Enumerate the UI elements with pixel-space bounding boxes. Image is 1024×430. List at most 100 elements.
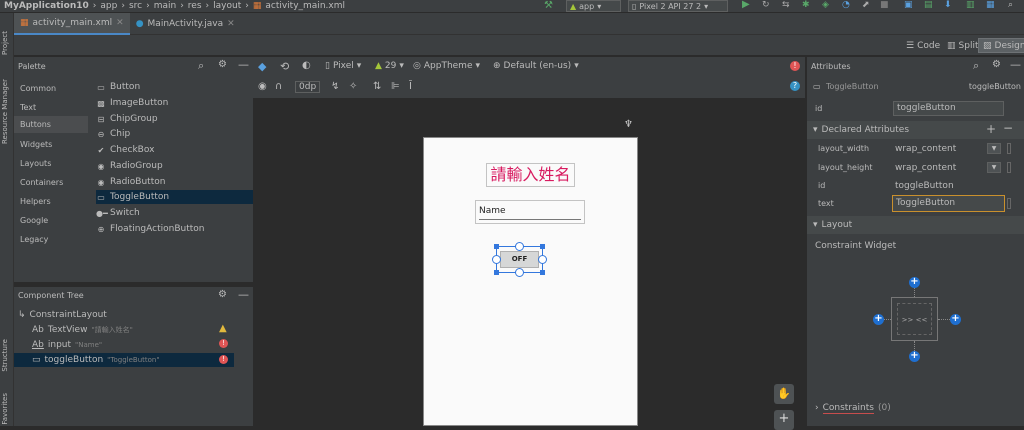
api-dropdown[interactable]: ▲ 29 ▾	[375, 61, 404, 71]
zoom-in-button[interactable]: +	[774, 410, 794, 430]
palette-category-buttons[interactable]: Buttons	[14, 116, 88, 133]
resource-manager-tool-tab[interactable]: Resource Manager	[1, 79, 9, 144]
device-preview[interactable]: 請輸入姓名 Name OFF	[423, 137, 638, 426]
close-icon[interactable]: ✕	[116, 18, 124, 28]
error-icon[interactable]: !	[790, 61, 800, 71]
breadcrumb-app[interactable]: app	[100, 1, 117, 11]
device-dropdown[interactable]: ▯ Pixel ▾	[325, 61, 361, 71]
minimize-icon[interactable]: —	[238, 58, 249, 71]
constraint-anchor-bottom[interactable]	[515, 268, 524, 277]
warning-icon[interactable]: ▲	[219, 323, 227, 334]
debug-icon[interactable]: ✱	[802, 0, 810, 10]
default-margin-field[interactable]: 0dp	[295, 81, 321, 93]
sync-icon[interactable]: ▣	[904, 0, 913, 10]
tree-node-togglebutton[interactable]: ▭ toggleButton "ToggleButton"	[14, 353, 234, 367]
palette-item-switch[interactable]: ●━ Switch	[96, 206, 253, 220]
breadcrumb-res[interactable]: res	[188, 1, 202, 11]
add-right-constraint-button[interactable]: +	[950, 314, 961, 325]
layout-section[interactable]: ▾ Layout	[807, 216, 1024, 234]
close-icon[interactable]: ✕	[227, 19, 235, 29]
tree-node-input[interactable]: Ab input "Name"	[32, 338, 102, 352]
split-view-button[interactable]: ▥ Split	[943, 38, 982, 53]
orientation-icon[interactable]: ⟲	[280, 60, 289, 73]
theme-dropdown[interactable]: ◎ AppTheme ▾	[413, 61, 480, 71]
locale-dropdown[interactable]: ⊕ Default (en-us) ▾	[493, 61, 579, 71]
error-icon[interactable]: !	[219, 355, 228, 364]
remove-icon[interactable]: −	[1003, 121, 1013, 135]
structure-tool-tab[interactable]: Structure	[1, 339, 9, 372]
breadcrumb-file[interactable]: activity_main.xml	[265, 1, 345, 11]
design-view-button[interactable]: ▨ Design	[978, 38, 1024, 53]
palette-category-legacy[interactable]: Legacy	[20, 235, 48, 244]
favorites-tool-tab[interactable]: Favorites	[1, 393, 9, 425]
hammer-icon[interactable]: ⚒	[544, 0, 553, 11]
palette-item-chip[interactable]: ⊖ Chip	[96, 127, 253, 141]
breadcrumb-main[interactable]: main	[154, 1, 177, 11]
constraint-anchor-right[interactable]	[538, 255, 547, 264]
palette-category-google[interactable]: Google	[20, 216, 48, 225]
resource-picker-icon[interactable]	[1007, 162, 1011, 173]
code-view-button[interactable]: ☰ Code	[902, 38, 944, 53]
chevron-down-icon[interactable]: ▼	[987, 143, 1001, 154]
run-icon[interactable]: ▶	[742, 0, 750, 10]
device-select[interactable]: ▯ Pixel 2 API 27 2 ▾	[628, 0, 728, 12]
palette-item-togglebutton[interactable]: ▭ ToggleButton	[96, 190, 253, 204]
clear-constraints-icon[interactable]: ↯	[331, 81, 339, 92]
palette-item-button[interactable]: ▭ Button	[96, 80, 253, 94]
search-everywhere-icon[interactable]: ⌕	[1008, 0, 1013, 10]
resource-picker-icon[interactable]	[1007, 143, 1011, 154]
attach-debugger-icon[interactable]: ⬈	[862, 0, 870, 10]
apply-changes-icon[interactable]: ↻	[762, 0, 770, 10]
palette-category-widgets[interactable]: Widgets	[20, 140, 52, 149]
night-mode-icon[interactable]: ◐	[302, 60, 311, 71]
add-top-constraint-button[interactable]: +	[909, 277, 920, 288]
palette-category-common[interactable]: Common	[20, 84, 56, 93]
stop-icon[interactable]: ■	[880, 0, 889, 10]
apply-code-changes-icon[interactable]: ⇆	[782, 0, 790, 10]
palette-item-chipgroup[interactable]: ⊟ ChipGroup	[96, 112, 253, 126]
resize-handle[interactable]	[494, 244, 499, 249]
declared-attributes-section[interactable]: ▾ Declared Attributes + −	[807, 121, 1024, 139]
attribute-value[interactable]: toggleButton	[895, 181, 954, 191]
constraints-section[interactable]: › Constraints (0)	[815, 403, 891, 414]
search-icon[interactable]: ⌕	[973, 59, 979, 73]
text-attribute-field[interactable]: ToggleButton	[892, 195, 1005, 212]
avd-manager-icon[interactable]: ▤	[924, 0, 933, 10]
infer-constraints-icon[interactable]: ✧	[349, 81, 357, 92]
palette-category-helpers[interactable]: Helpers	[20, 197, 51, 206]
device-explorer-icon[interactable]: ▦	[986, 0, 995, 10]
layers-icon[interactable]: ◆	[258, 60, 266, 73]
minimize-icon[interactable]: —	[238, 288, 249, 301]
profiler-icon[interactable]: ◔	[842, 0, 850, 10]
breadcrumb-src[interactable]: src	[129, 1, 142, 11]
breadcrumb-layout[interactable]: layout	[213, 1, 241, 11]
tab-activity-main[interactable]: ▦ activity_main.xml ✕	[14, 13, 130, 35]
align-icon[interactable]: ⊫	[391, 81, 400, 92]
tree-node-textview[interactable]: Ab TextView "請輸入姓名"	[32, 323, 133, 337]
layout-inspector-icon[interactable]: ▥	[966, 0, 975, 10]
error-icon[interactable]: !	[219, 339, 228, 348]
palette-item-checkbox[interactable]: ✔ CheckBox	[96, 143, 253, 157]
preview-toggle-button[interactable]: OFF	[492, 242, 547, 277]
palette-category-layouts[interactable]: Layouts	[20, 159, 51, 168]
breadcrumb-project[interactable]: MyApplication10	[4, 1, 89, 11]
resource-picker-icon[interactable]	[1007, 198, 1011, 209]
project-tool-tab[interactable]: Project	[1, 31, 9, 55]
run-config-select[interactable]: ▲ app ▾	[566, 0, 621, 12]
add-bottom-constraint-button[interactable]: +	[909, 351, 920, 362]
coverage-icon[interactable]: ◈	[822, 0, 829, 10]
search-icon[interactable]: ⌕	[198, 59, 204, 73]
resize-handle[interactable]	[494, 270, 499, 275]
preview-name-input[interactable]: Name	[475, 200, 585, 224]
resize-handle[interactable]	[540, 244, 545, 249]
resize-handle[interactable]	[540, 270, 545, 275]
gear-icon[interactable]: ⚙	[218, 59, 227, 70]
palette-category-text[interactable]: Text	[20, 103, 36, 112]
minimize-icon[interactable]: —	[1010, 58, 1021, 71]
tree-node-root[interactable]: ↳ ConstraintLayout	[18, 308, 107, 322]
palette-item-radiogroup[interactable]: ◉ RadioGroup	[96, 159, 253, 173]
tab-main-activity[interactable]: ● MainActivity.java ✕	[130, 13, 241, 35]
palette-item-radiobutton[interactable]: ◉ RadioButton	[96, 175, 253, 189]
chevron-down-icon[interactable]: ▼	[987, 162, 1001, 173]
preview-textview[interactable]: 請輸入姓名	[486, 163, 575, 187]
